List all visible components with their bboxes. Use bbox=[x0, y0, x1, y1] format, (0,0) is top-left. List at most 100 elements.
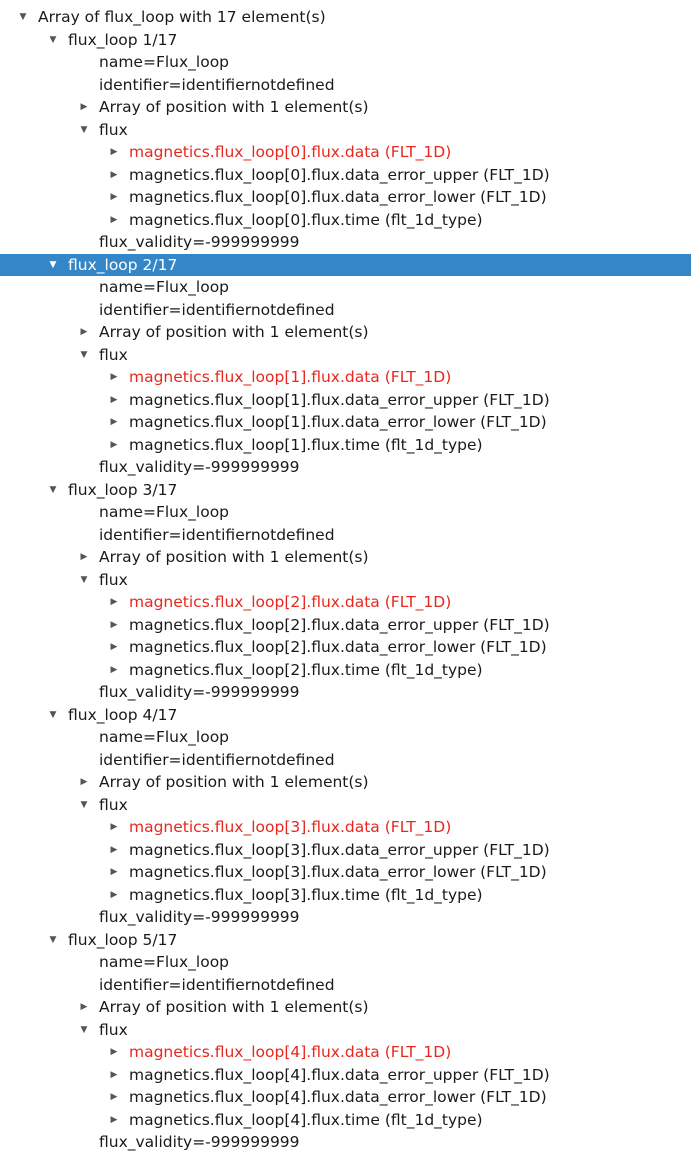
flux-time-row[interactable]: ▶ magnetics.flux_loop[1].flux.time (flt_1… bbox=[0, 434, 691, 456]
chevron-right-icon[interactable]: ▶ bbox=[107, 1109, 121, 1131]
chevron-right-icon[interactable]: ▶ bbox=[107, 614, 121, 636]
flux-data-row[interactable]: ▶ magnetics.flux_loop[1].flux.data (FLT_1… bbox=[0, 366, 691, 388]
flux-loop-label: flux_loop 2/17 bbox=[68, 255, 178, 274]
flux-data-error-upper-row[interactable]: ▶ magnetics.flux_loop[0].flux.data_error_… bbox=[0, 164, 691, 186]
chevron-right-icon[interactable]: ▶ bbox=[77, 546, 91, 568]
flux-row[interactable]: ▼ flux bbox=[0, 119, 691, 141]
chevron-right-icon[interactable]: ▶ bbox=[107, 141, 121, 163]
flux-data-error-lower-row[interactable]: ▶ magnetics.flux_loop[3].flux.data_error_… bbox=[0, 861, 691, 883]
chevron-right-icon[interactable]: ▶ bbox=[107, 839, 121, 861]
flux-time-row[interactable]: ▶ magnetics.flux_loop[4].flux.time (flt_1… bbox=[0, 1109, 691, 1131]
flux-validity-row[interactable]: flux_validity=-999999999 bbox=[0, 456, 691, 478]
flux-time-row[interactable]: ▶ magnetics.flux_loop[3].flux.time (flt_1… bbox=[0, 884, 691, 906]
chevron-right-icon[interactable]: ▶ bbox=[77, 321, 91, 343]
chevron-right-icon[interactable]: ▶ bbox=[107, 164, 121, 186]
identifier-row[interactable]: identifier=identifiernotdefined bbox=[0, 749, 691, 771]
chevron-down-icon[interactable]: ▼ bbox=[77, 1019, 91, 1041]
flux-data-error-lower-row[interactable]: ▶ magnetics.flux_loop[2].flux.data_error_… bbox=[0, 636, 691, 658]
chevron-right-icon[interactable]: ▶ bbox=[77, 96, 91, 118]
chevron-down-icon[interactable]: ▼ bbox=[46, 479, 60, 501]
chevron-down-icon[interactable]: ▼ bbox=[77, 569, 91, 591]
flux-validity-row[interactable]: flux_validity=-999999999 bbox=[0, 906, 691, 928]
name-row[interactable]: name=Flux_loop bbox=[0, 501, 691, 523]
flux-row[interactable]: ▼ flux bbox=[0, 569, 691, 591]
name-row[interactable]: name=Flux_loop bbox=[0, 276, 691, 298]
flux-label: flux bbox=[99, 570, 128, 589]
chevron-down-icon[interactable]: ▼ bbox=[77, 794, 91, 816]
flux-validity-row[interactable]: flux_validity=-999999999 bbox=[0, 231, 691, 253]
flux-row[interactable]: ▼ flux bbox=[0, 794, 691, 816]
flux-data-error-upper-row[interactable]: ▶ magnetics.flux_loop[2].flux.data_error_… bbox=[0, 614, 691, 636]
flux-data-error-lower-row[interactable]: ▶ magnetics.flux_loop[1].flux.data_error_… bbox=[0, 411, 691, 433]
chevron-down-icon[interactable]: ▼ bbox=[77, 344, 91, 366]
name-row[interactable]: name=Flux_loop bbox=[0, 51, 691, 73]
tree-view[interactable]: ▼ Array of flux_loop with 17 element(s) … bbox=[0, 0, 691, 1152]
chevron-down-icon[interactable]: ▼ bbox=[46, 29, 60, 51]
chevron-right-icon[interactable]: ▶ bbox=[107, 186, 121, 208]
chevron-right-icon[interactable]: ▶ bbox=[107, 659, 121, 681]
position-array-row[interactable]: ▶ Array of position with 1 element(s) bbox=[0, 546, 691, 568]
chevron-down-icon[interactable]: ▼ bbox=[46, 929, 60, 951]
position-array-label: Array of position with 1 element(s) bbox=[99, 998, 369, 1016]
chevron-right-icon[interactable]: ▶ bbox=[107, 591, 121, 613]
flux-loop-row[interactable]: ▼ flux_loop 5/17 bbox=[0, 929, 691, 951]
position-array-row[interactable]: ▶ Array of position with 1 element(s) bbox=[0, 996, 691, 1018]
chevron-right-icon[interactable]: ▶ bbox=[77, 996, 91, 1018]
identifier-row[interactable]: identifier=identifiernotdefined bbox=[0, 74, 691, 96]
chevron-right-icon[interactable]: ▶ bbox=[107, 636, 121, 658]
flux-loop-row[interactable]: ▼ flux_loop 3/17 bbox=[0, 479, 691, 501]
flux-data-error-lower-row[interactable]: ▶ magnetics.flux_loop[0].flux.data_error_… bbox=[0, 186, 691, 208]
identifier-value: identifier=identifiernotdefined bbox=[99, 750, 335, 769]
chevron-right-icon[interactable]: ▶ bbox=[77, 771, 91, 793]
tree-root-row[interactable]: ▼ Array of flux_loop with 17 element(s) bbox=[0, 6, 691, 28]
name-row[interactable]: name=Flux_loop bbox=[0, 726, 691, 748]
chevron-down-icon[interactable]: ▼ bbox=[46, 704, 60, 726]
flux-time-label: magnetics.flux_loop[3].flux.time (flt_1d… bbox=[129, 885, 483, 904]
flux-loop-row[interactable]: ▼ flux_loop 1/17 bbox=[0, 29, 691, 51]
flux-data-row[interactable]: ▶ magnetics.flux_loop[3].flux.data (FLT_1… bbox=[0, 816, 691, 838]
identifier-row[interactable]: identifier=identifiernotdefined bbox=[0, 299, 691, 321]
chevron-right-icon[interactable]: ▶ bbox=[107, 1041, 121, 1063]
flux-loop-row[interactable]: ▼ flux_loop 4/17 bbox=[0, 704, 691, 726]
chevron-down-icon[interactable]: ▼ bbox=[46, 254, 60, 276]
flux-time-row[interactable]: ▶ magnetics.flux_loop[0].flux.time (flt_1… bbox=[0, 209, 691, 231]
chevron-right-icon[interactable]: ▶ bbox=[107, 884, 121, 906]
identifier-row[interactable]: identifier=identifiernotdefined bbox=[0, 524, 691, 546]
name-value: name=Flux_loop bbox=[99, 278, 230, 296]
name-row[interactable]: name=Flux_loop bbox=[0, 951, 691, 973]
position-array-row[interactable]: ▶ Array of position with 1 element(s) bbox=[0, 771, 691, 793]
name-value: name=Flux_loop bbox=[99, 728, 230, 746]
chevron-right-icon[interactable]: ▶ bbox=[107, 816, 121, 838]
flux-time-row[interactable]: ▶ magnetics.flux_loop[2].flux.time (flt_1… bbox=[0, 659, 691, 681]
chevron-right-icon[interactable]: ▶ bbox=[107, 209, 121, 231]
flux-data-error-upper-row[interactable]: ▶ magnetics.flux_loop[3].flux.data_error_… bbox=[0, 839, 691, 861]
flux-label: flux bbox=[99, 345, 128, 364]
flux-data-row[interactable]: ▶ magnetics.flux_loop[4].flux.data (FLT_1… bbox=[0, 1041, 691, 1063]
flux-validity-row[interactable]: flux_validity=-999999999 bbox=[0, 681, 691, 703]
chevron-right-icon[interactable]: ▶ bbox=[107, 389, 121, 411]
flux-data-error-upper-row[interactable]: ▶ magnetics.flux_loop[1].flux.data_error_… bbox=[0, 389, 691, 411]
flux-loop-row[interactable]: ▼ flux_loop 2/17 bbox=[0, 253, 691, 276]
flux-data-error-upper-row[interactable]: ▶ magnetics.flux_loop[4].flux.data_error_… bbox=[0, 1064, 691, 1086]
position-array-row[interactable]: ▶ Array of position with 1 element(s) bbox=[0, 321, 691, 343]
flux-data-error-upper-label: magnetics.flux_loop[2].flux.data_error_u… bbox=[129, 615, 550, 634]
chevron-right-icon[interactable]: ▶ bbox=[107, 1064, 121, 1086]
flux-data-error-lower-row[interactable]: ▶ magnetics.flux_loop[4].flux.data_error_… bbox=[0, 1086, 691, 1108]
flux-validity-row[interactable]: flux_validity=-999999999 bbox=[0, 1131, 691, 1153]
chevron-right-icon[interactable]: ▶ bbox=[107, 366, 121, 388]
flux-row[interactable]: ▼ flux bbox=[0, 1019, 691, 1041]
flux-data-row[interactable]: ▶ magnetics.flux_loop[2].flux.data (FLT_1… bbox=[0, 591, 691, 613]
flux-label: flux bbox=[99, 795, 128, 814]
flux-time-label: magnetics.flux_loop[4].flux.time (flt_1d… bbox=[129, 1110, 483, 1129]
chevron-down-icon[interactable]: ▼ bbox=[77, 119, 91, 141]
chevron-right-icon[interactable]: ▶ bbox=[107, 1086, 121, 1108]
chevron-right-icon[interactable]: ▶ bbox=[107, 434, 121, 456]
position-array-row[interactable]: ▶ Array of position with 1 element(s) bbox=[0, 96, 691, 118]
flux-row[interactable]: ▼ flux bbox=[0, 344, 691, 366]
chevron-right-icon[interactable]: ▶ bbox=[107, 411, 121, 433]
chevron-down-icon[interactable]: ▼ bbox=[16, 6, 30, 28]
chevron-right-icon[interactable]: ▶ bbox=[107, 861, 121, 883]
identifier-row[interactable]: identifier=identifiernotdefined bbox=[0, 974, 691, 996]
flux-data-row[interactable]: ▶ magnetics.flux_loop[0].flux.data (FLT_1… bbox=[0, 141, 691, 163]
flux-data-label: magnetics.flux_loop[4].flux.data (FLT_1D… bbox=[129, 1043, 452, 1061]
